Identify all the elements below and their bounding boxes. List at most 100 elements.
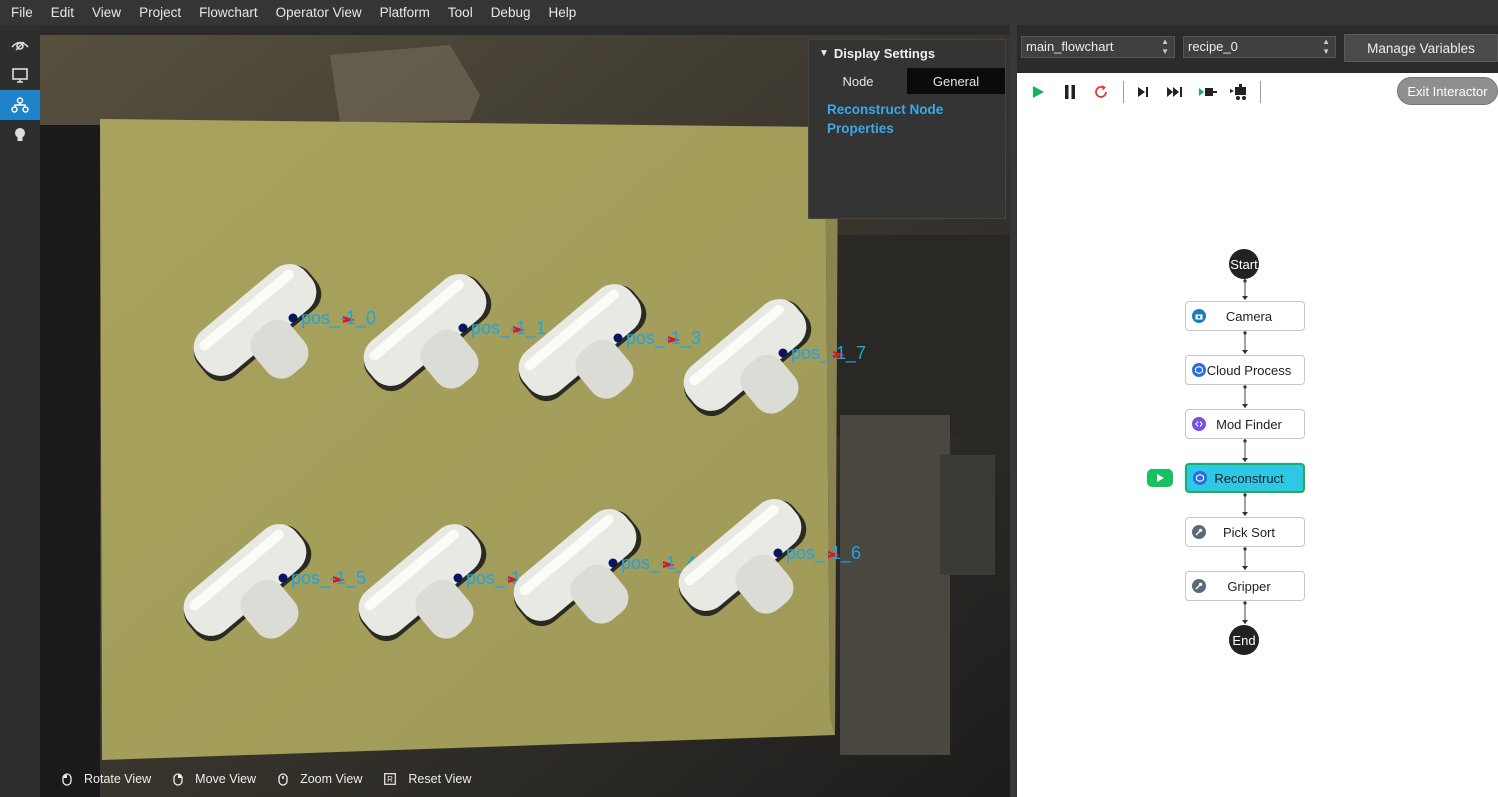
menu-view[interactable]: View [82,0,129,25]
display-settings-tabs: Node General [809,68,1005,94]
flow-node-reconstruct[interactable]: Reconstruct [1185,463,1305,493]
menu-operator-view[interactable]: Operator View [266,0,370,25]
pose-label: pos_-1_5 [291,568,366,589]
flowchart-select[interactable]: main_flowchart ▲ ▼ [1021,36,1175,58]
wrench-icon [1192,579,1206,593]
flowchart-icon [11,97,29,113]
pose-origin-marker [458,323,468,333]
flow-node-label: Mod Finder [1216,416,1282,432]
t-fitting-part [683,299,812,417]
eye-icon [11,41,29,51]
flow-node-mod-finder[interactable]: Mod Finder [1185,409,1305,439]
pose-label: pos_-1_0 [301,308,376,329]
menu-edit[interactable]: Edit [41,0,82,25]
pose-label: pos_-1_7 [791,343,866,364]
menu-flowchart[interactable]: Flowchart [189,0,266,25]
hint-move-label: Move View [195,772,257,786]
sidebar-monitor-button[interactable] [0,60,40,90]
link-line-1: Reconstruct Node [827,102,944,117]
left-sidebar [0,25,40,797]
lightbulb-icon [15,128,25,141]
t-fitting-part [358,524,487,642]
flowchart-select-value: main_flowchart [1026,39,1114,54]
menu-platform[interactable]: Platform [370,0,438,25]
pose-origin-marker [453,573,463,583]
flow-end-node[interactable]: End [1229,625,1259,655]
connector-arrow [1242,404,1248,408]
menu-debug[interactable]: Debug [481,0,539,25]
reconstruct-node-properties-link[interactable]: Reconstruct Node Properties [809,94,1005,144]
sidebar-lightbulb-button[interactable] [0,120,40,150]
connector-arrow [1242,620,1248,624]
menu-bar: File Edit View Project Flowchart Operato… [0,0,1498,25]
t-fitting-part [183,524,312,642]
recipe-select[interactable]: recipe_0 ▲ ▼ [1183,36,1336,58]
connector-port [1243,439,1247,443]
flow-node-label: Camera [1225,308,1273,324]
mouse-left-icon [62,772,72,786]
flow-start-node[interactable]: Start [1229,249,1259,279]
monitor-icon [12,67,28,83]
play-icon [1157,474,1164,482]
flowchart-topbar: main_flowchart ▲ ▼ recipe_0 ▲ ▼ Manage Var… [1017,34,1498,62]
pose-origin-marker [278,573,288,583]
sidebar-flowchart-button[interactable] [0,90,40,120]
connector-port [1243,601,1247,605]
flow-node-label: Cloud Process [1206,362,1292,378]
r-key-letter: R [388,775,394,784]
updown-arrow-icon: ▲ ▼ [1161,37,1169,56]
hint-move: Move View [173,772,256,786]
sidebar-eye-button[interactable] [0,30,40,60]
flow-node-cloud-process[interactable]: Cloud Process [1185,355,1305,385]
collapse-triangle-icon: ▼ [819,47,829,59]
link-line-2: Properties [827,121,894,136]
current-node-marker [1147,469,1173,487]
hint-zoom: Zoom View [278,772,362,786]
menu-project[interactable]: Project [129,0,189,25]
flow-node-pick-sort[interactable]: Pick Sort [1185,517,1305,547]
hint-rotate-label: Rotate View [84,772,152,786]
manage-variables-button[interactable]: Manage Variables [1344,34,1498,62]
t-fitting-part [193,264,322,382]
pose-label: pos_-1_1 [471,318,546,339]
display-settings-title: Display Settings [833,45,936,61]
panel-splitter[interactable] [1010,25,1017,797]
connector-arrow [1242,512,1248,516]
flow-node-label: Reconstruct [1214,470,1284,486]
display-settings-header[interactable]: ▼ Display Settings [809,40,1005,66]
pose-origin-marker [773,548,783,558]
pose-origin-marker [288,313,298,323]
t-fitting-part [678,499,807,617]
mouse-wheel-icon [278,772,288,786]
hint-rotate: Rotate View [62,772,151,786]
connector-port [1243,385,1247,389]
3d-viewport[interactable]: pos_-1_0 pos_-1_1 pos_-1_3 pos_-1_7 pos_-1_5… [40,35,1010,797]
menu-tool[interactable]: Tool [438,0,481,25]
connector-arrow [1242,566,1248,570]
flow-node-camera[interactable]: Camera [1185,301,1305,331]
connector-port [1243,331,1247,335]
connector-port [1243,279,1247,283]
r-key-icon: R [384,773,397,785]
pose-origin-marker [613,333,623,343]
menu-help[interactable]: Help [538,0,584,25]
camera-icon [1192,309,1206,323]
flow-node-gripper[interactable]: Gripper [1185,571,1305,601]
wrench-icon [1192,525,1206,539]
pose-label: pos_-1_3 [626,328,701,349]
pose-label: pos_-1_6 [786,543,861,564]
cube-icon [1193,471,1207,485]
connector-arrow [1242,458,1248,462]
tab-general[interactable]: General [907,68,1005,94]
pose-origin-marker [608,558,618,568]
tab-node[interactable]: Node [809,68,907,94]
t-fitting-part [363,274,492,392]
mouse-right-icon [173,772,183,786]
connector-port [1243,547,1247,551]
cube-icon [1192,363,1206,377]
t-fitting-part [518,284,647,402]
menu-file[interactable]: File [0,0,41,25]
code-icon [1192,417,1206,431]
flow-node-label: Pick Sort [1222,524,1275,540]
hint-reset-label: Reset View [408,772,472,786]
